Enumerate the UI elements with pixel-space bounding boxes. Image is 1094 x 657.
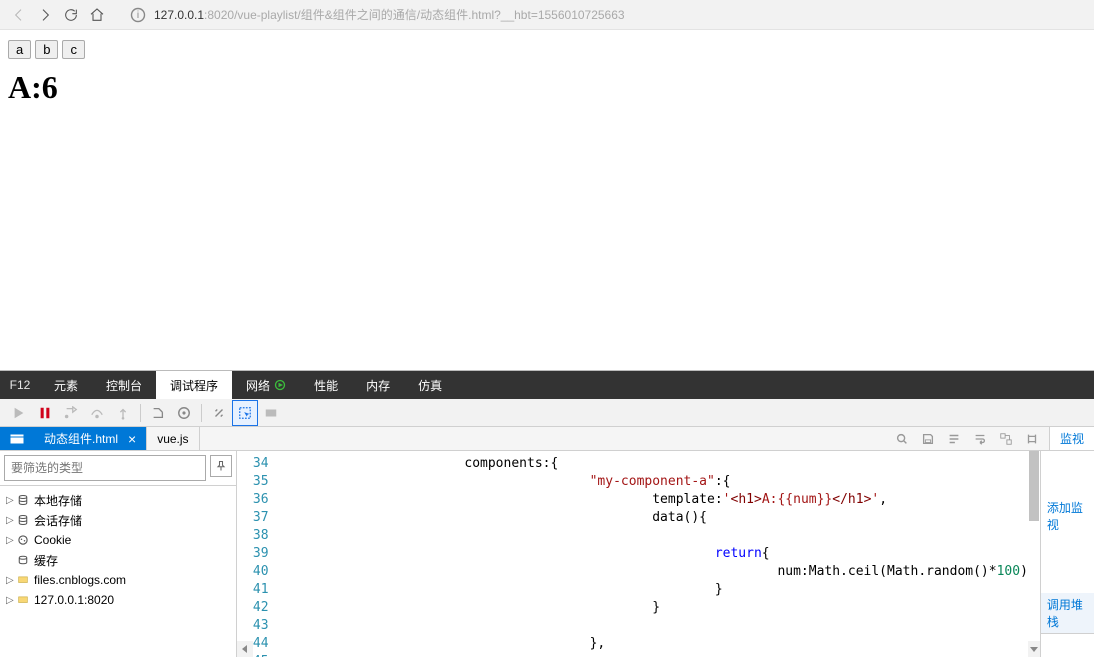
exceptions-button[interactable] — [171, 400, 197, 426]
toolbar-separator — [201, 404, 202, 422]
code-pane: 343536373839404142434445 components:{ "m… — [237, 451, 1040, 657]
address-bar[interactable]: 127.0.0.1:8020/vue-playlist/组件&组件之间的通信/动… — [154, 6, 625, 23]
call-stack-header[interactable]: 调用堆栈 — [1041, 593, 1094, 634]
tree-cookie[interactable]: ▷Cookie — [2, 530, 234, 550]
save-icon[interactable] — [919, 430, 937, 448]
step-over-button[interactable] — [84, 400, 110, 426]
code-editor[interactable]: components:{ "my-component-a":{ template… — [277, 451, 1028, 657]
code-toolbar — [893, 427, 1049, 450]
word-wrap-icon[interactable] — [971, 430, 989, 448]
site-info-icon[interactable]: i — [130, 7, 146, 23]
pin-button[interactable] — [210, 455, 232, 477]
browser-chrome: i 127.0.0.1:8020/vue-playlist/组件&组件之间的通信… — [0, 0, 1094, 30]
scroll-left-icon[interactable] — [237, 641, 253, 657]
tab-emulation[interactable]: 仿真 — [404, 371, 456, 399]
button-c[interactable]: c — [62, 40, 85, 59]
file-tab-active-label: 动态组件.html — [44, 430, 118, 447]
tab-elements[interactable]: 元素 — [40, 371, 92, 399]
just-my-code-button[interactable] — [258, 400, 284, 426]
button-a[interactable]: a — [8, 40, 31, 59]
devtools: F12 元素 控制台 调试程序 网络 性能 内存 仿真 动态组件.html × v… — [0, 370, 1094, 657]
step-out-button[interactable] — [110, 400, 136, 426]
tab-performance[interactable]: 性能 — [300, 371, 352, 399]
svg-text:i: i — [137, 10, 139, 21]
find-icon[interactable] — [893, 430, 911, 448]
file-tab-row: 动态组件.html × vue.js 监视 — [0, 427, 1094, 451]
storage-pane: ▷本地存储 ▷会话存储 ▷Cookie 缓存 ▷files.cnblogs.co… — [0, 451, 237, 657]
step-into-button[interactable] — [58, 400, 84, 426]
url-rest: :8020/vue-playlist/组件&组件之间的通信/动态组件.html?… — [204, 8, 625, 22]
devtools-f12-label: F12 — [0, 378, 40, 392]
debugger-panes: ▷本地存储 ▷会话存储 ▷Cookie 缓存 ▷files.cnblogs.co… — [0, 451, 1094, 657]
output-heading: A:6 — [8, 69, 1088, 106]
tab-network-label: 网络 — [246, 377, 270, 394]
tree-session-storage[interactable]: ▷会话存储 — [2, 510, 234, 530]
disconnect-button[interactable] — [206, 400, 232, 426]
button-b[interactable]: b — [35, 40, 58, 59]
debug-toolbar — [0, 399, 1094, 427]
continue-button[interactable] — [6, 400, 32, 426]
filter-input[interactable] — [4, 455, 206, 481]
watch-pane: 添加监视 调用堆栈 — [1040, 451, 1094, 657]
tree-local-storage[interactable]: ▷本地存储 — [2, 490, 234, 510]
devtools-tabstrip: F12 元素 控制台 调试程序 网络 性能 内存 仿真 — [0, 371, 1094, 399]
line-gutter: 343536373839404142434445 — [237, 451, 277, 657]
tab-debugger[interactable]: 调试程序 — [156, 371, 232, 399]
file-tab-active[interactable]: 动态组件.html × — [34, 427, 147, 450]
url-host: 127.0.0.1 — [154, 8, 204, 22]
file-explorer-icon[interactable] — [0, 427, 34, 450]
pause-button[interactable] — [32, 400, 58, 426]
tree-domain-localhost[interactable]: ▷127.0.0.1:8020 — [2, 590, 234, 610]
scrollbar-thumb[interactable] — [1029, 451, 1039, 521]
storage-tree: ▷本地存储 ▷会话存储 ▷Cookie 缓存 ▷files.cnblogs.co… — [0, 486, 236, 614]
back-button[interactable] — [6, 2, 32, 28]
break-new-worker-button[interactable] — [145, 400, 171, 426]
vertical-scrollbar[interactable] — [1028, 451, 1040, 657]
forward-button[interactable] — [32, 2, 58, 28]
close-icon[interactable]: × — [128, 431, 136, 447]
source-map-icon[interactable] — [997, 430, 1015, 448]
add-watch-link[interactable]: 添加监视 — [1041, 495, 1094, 537]
tree-domain-cnblogs[interactable]: ▷files.cnblogs.com — [2, 570, 234, 590]
refresh-button[interactable] — [58, 2, 84, 28]
tree-cache[interactable]: 缓存 — [2, 550, 234, 570]
component-buttons: a b c — [8, 40, 1086, 59]
toolbar-separator — [140, 404, 141, 422]
scroll-down-icon[interactable] — [1028, 641, 1040, 657]
tab-console[interactable]: 控制台 — [92, 371, 156, 399]
tab-network[interactable]: 网络 — [232, 371, 300, 399]
dom-pick-button[interactable] — [232, 400, 258, 426]
tab-memory[interactable]: 内存 — [352, 371, 404, 399]
pretty-print-icon[interactable] — [945, 430, 963, 448]
watch-header[interactable]: 监视 — [1049, 427, 1094, 450]
page-viewport: a b c A:6 — [0, 30, 1094, 370]
file-tab-vuejs[interactable]: vue.js — [147, 427, 199, 450]
compare-icon[interactable] — [1023, 430, 1041, 448]
home-button[interactable] — [84, 2, 110, 28]
